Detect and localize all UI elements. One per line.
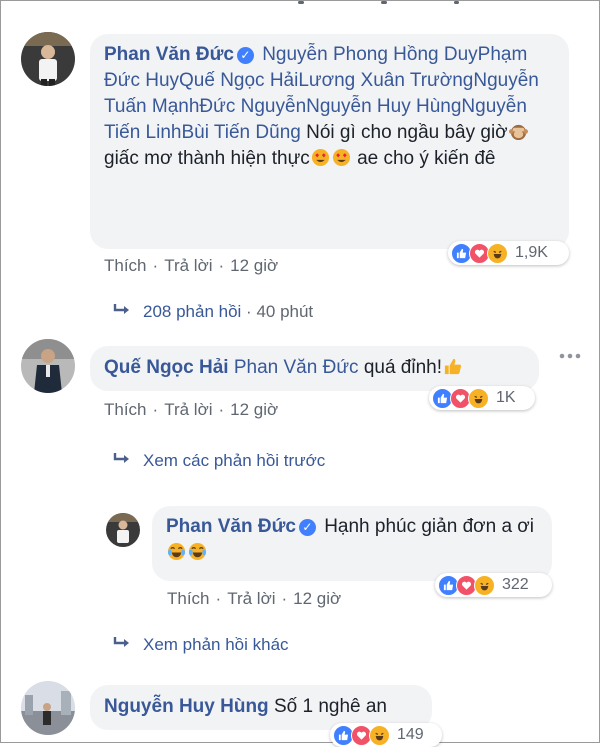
heart-eyes-emoji-icon	[332, 148, 350, 167]
verified-badge-icon: ✓	[236, 47, 254, 64]
comment-actions: Thích · Trả lời · 12 giờ	[167, 589, 342, 608]
comment-bubble: Phan Văn Đức ✓ Hạnh phúc giản đơn a ơi	[152, 506, 552, 581]
reply-link[interactable]: Trả lời	[227, 589, 275, 608]
view-previous-replies-link[interactable]: Xem các phản hồi trước	[113, 451, 325, 471]
tag-link[interactable]: Lương Xuân Trường	[298, 70, 473, 91]
reaction-summary[interactable]: 1,9K	[448, 241, 569, 265]
haha-reaction-icon	[474, 574, 495, 596]
haha-reaction-icon	[468, 387, 489, 409]
thumbs-up-emoji-icon	[444, 358, 462, 375]
tears-of-joy-emoji-icon	[188, 542, 207, 561]
tag-link[interactable]: Bùi Tiến Dũng	[181, 122, 300, 143]
reaction-summary[interactable]: 322	[435, 573, 552, 597]
comment-timestamp[interactable]: 12 giờ	[230, 256, 278, 275]
avatar[interactable]	[21, 32, 75, 86]
view-previous-label[interactable]: Xem các phản hồi trước	[143, 451, 325, 470]
haha-reaction-icon	[487, 242, 508, 264]
comment-text: ae cho ý kiến đê	[357, 148, 496, 169]
tears-of-joy-emoji-icon	[167, 542, 186, 561]
tag-link[interactable]: Phan Văn Đức	[234, 357, 359, 378]
avatar-photo-icon	[21, 339, 75, 393]
comment-author[interactable]: Phan Văn Đức	[166, 516, 296, 537]
reaction-count: 322	[502, 576, 529, 593]
reaction-count: 1K	[496, 389, 516, 406]
avatar[interactable]	[21, 681, 75, 735]
replies-count[interactable]: 208 phản hồi	[143, 302, 241, 321]
comment-text: Nói gì cho ngầu bây giờ	[306, 122, 508, 143]
tag-link[interactable]: Quế Ngọc Hải	[179, 70, 298, 91]
reaction-summary[interactable]: 149	[330, 723, 442, 747]
comment-bubble: Quế Ngọc Hải Phan Văn Đức quá đỉnh!	[90, 346, 539, 391]
top-divider	[1, 1, 600, 7]
comment-text: quá đỉnh!	[363, 357, 443, 378]
avatar-photo-icon	[106, 513, 140, 547]
monkey-emoji-icon	[508, 124, 528, 141]
comment-actions: Thích · Trả lời · 12 giờ	[104, 256, 279, 275]
haha-reaction-icon	[369, 724, 390, 746]
like-link[interactable]: Thích	[104, 256, 147, 275]
reply-link[interactable]: Trả lời	[164, 400, 212, 419]
reaction-summary[interactable]: 1K	[429, 386, 535, 410]
tag-link[interactable]: Nguyễn Huy Hùng	[306, 96, 461, 117]
replies-time: 40 phút	[256, 302, 314, 321]
reaction-count: 149	[397, 726, 424, 743]
view-replies-link[interactable]: 208 phản hồi · 40 phút	[113, 302, 313, 322]
reply-arrow-icon	[113, 302, 131, 322]
like-link[interactable]: Thích	[167, 589, 210, 608]
comment-text: Hạnh phúc giản đơn a ơi	[324, 516, 534, 537]
comment-bubble: Phan Văn Đức ✓ Nguyễn Phong Hồng DuyPhạm …	[90, 34, 569, 249]
reaction-count: 1,9K	[515, 244, 548, 261]
comment-author[interactable]: Quế Ngọc Hải	[104, 357, 229, 378]
avatar[interactable]	[21, 339, 75, 393]
comment-author[interactable]: Nguyễn Huy Hùng	[104, 696, 269, 717]
verified-badge-icon: ✓	[298, 519, 316, 536]
comment-actions: Thích · Trả lời · 12 giờ	[104, 400, 279, 419]
tag-link[interactable]: Nguyễn Phong Hồng Duy	[262, 44, 477, 65]
comment-timestamp[interactable]: 12 giờ	[293, 589, 341, 608]
like-link[interactable]: Thích	[104, 400, 147, 419]
comment-author[interactable]: Phan Văn Đức	[104, 44, 234, 65]
comment-timestamp[interactable]: 12 giờ	[230, 400, 278, 419]
comment-text: giấc mơ thành hiện thực	[104, 148, 310, 169]
reply-arrow-icon	[113, 451, 131, 471]
comment-text: Số 1 nghê an	[273, 696, 387, 717]
avatar[interactable]	[106, 513, 140, 547]
reply-link[interactable]: Trả lời	[164, 256, 212, 275]
avatar-photo-icon	[21, 681, 75, 735]
view-other-label[interactable]: Xem phản hồi khác	[143, 635, 289, 654]
tag-link[interactable]: Đức Nguyễn	[199, 96, 306, 117]
heart-eyes-emoji-icon	[311, 148, 329, 167]
view-other-replies-link[interactable]: Xem phản hồi khác	[113, 635, 289, 655]
avatar-photo-icon	[21, 32, 75, 86]
more-options-icon[interactable]	[558, 352, 582, 360]
reply-arrow-icon	[113, 635, 131, 655]
